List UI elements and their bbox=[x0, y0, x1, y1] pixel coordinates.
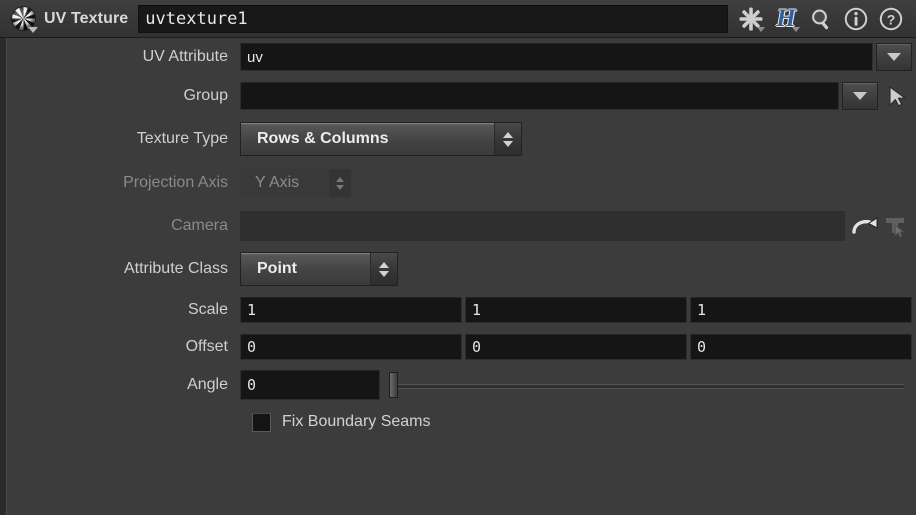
camera-label: Camera bbox=[171, 217, 228, 234]
projection-axis-value: Y Axis bbox=[255, 174, 300, 191]
updown-arrows-icon bbox=[370, 253, 397, 285]
scale-y-value: 1 bbox=[472, 300, 482, 319]
angle-label: Angle bbox=[187, 376, 228, 393]
scale-z-value: 1 bbox=[697, 300, 707, 319]
row-angle: Angle 0 bbox=[7, 365, 916, 405]
offset-label: Offset bbox=[185, 337, 228, 355]
updown-arrows-icon bbox=[494, 123, 521, 155]
gear-caret-icon bbox=[757, 26, 765, 32]
row-texture-type: Texture Type Rows & Columns bbox=[7, 117, 916, 161]
houdini-h-icon[interactable]: H bbox=[773, 5, 800, 32]
updown-arrows-icon bbox=[329, 169, 351, 197]
chevron-down-icon bbox=[887, 53, 901, 61]
offset-vector-input: 0 0 0 bbox=[240, 333, 912, 360]
group-label: Group bbox=[183, 87, 228, 104]
houdini-h-caret-icon bbox=[792, 26, 800, 32]
fix-boundary-seams-checkbox[interactable] bbox=[252, 412, 271, 432]
texture-type-label: Texture Type bbox=[136, 130, 228, 147]
offset-y-input[interactable]: 0 bbox=[465, 333, 687, 360]
node-name-input[interactable]: uvtexture1 bbox=[138, 4, 728, 33]
svg-text:?: ? bbox=[887, 11, 896, 27]
row-uv-attribute: UV Attribute uv bbox=[7, 39, 916, 75]
attribute-class-label: Attribute Class bbox=[123, 260, 228, 277]
uv-attribute-label: UV Attribute bbox=[142, 48, 228, 65]
uv-texture-parameter-panel: UV Texture uvtexture1 H ? UV Attribute u… bbox=[0, 0, 916, 515]
row-projection-axis: Projection Axis Y Axis bbox=[7, 161, 916, 205]
checkered-sphere-icon[interactable] bbox=[12, 6, 38, 33]
camera-pick-button bbox=[880, 212, 910, 240]
uv-attribute-value: uv bbox=[247, 48, 263, 66]
scale-label: Scale bbox=[187, 300, 228, 318]
uv-attribute-dropdown-button[interactable] bbox=[876, 43, 912, 71]
fix-boundary-seams-label: Fix Boundary Seams bbox=[282, 413, 431, 430]
node-titlebar: UV Texture uvtexture1 H ? bbox=[0, 0, 916, 38]
attribute-class-dropdown[interactable]: Point bbox=[240, 252, 398, 286]
row-camera: Camera bbox=[7, 205, 916, 247]
scale-y-input[interactable]: 1 bbox=[465, 296, 687, 323]
offset-z-value: 0 bbox=[697, 337, 707, 356]
group-dropdown-button[interactable] bbox=[842, 82, 878, 110]
panel-left-edge-strip bbox=[0, 38, 7, 515]
camera-reload-button[interactable] bbox=[850, 212, 880, 240]
angle-input[interactable]: 0 bbox=[240, 370, 380, 400]
uv-attribute-input[interactable]: uv bbox=[240, 43, 873, 71]
row-attribute-class: Attribute Class Point bbox=[7, 247, 916, 291]
texture-type-value: Rows & Columns bbox=[257, 130, 389, 147]
attribute-class-value: Point bbox=[257, 260, 297, 277]
search-icon[interactable] bbox=[808, 6, 834, 32]
group-input[interactable] bbox=[240, 82, 839, 110]
offset-x-input[interactable]: 0 bbox=[240, 333, 462, 360]
arrow-pointer-icon bbox=[889, 86, 906, 107]
page-title: UV Texture bbox=[44, 9, 129, 27]
row-offset: Offset 0 0 0 bbox=[7, 328, 916, 365]
row-scale: Scale 1 1 1 bbox=[7, 291, 916, 328]
angle-slider-track bbox=[393, 384, 904, 389]
offset-z-input[interactable]: 0 bbox=[690, 333, 912, 360]
projection-axis-dropdown: Y Axis bbox=[240, 168, 352, 198]
help-icon[interactable]: ? bbox=[878, 6, 904, 32]
angle-value: 0 bbox=[247, 376, 257, 394]
row-fix-boundary-seams: Fix Boundary Seams bbox=[7, 405, 916, 439]
node-name-value: uvtexture1 bbox=[145, 8, 248, 29]
camera-pick-icon bbox=[886, 218, 906, 238]
node-icon-caret bbox=[28, 26, 38, 33]
scale-x-value: 1 bbox=[247, 300, 257, 319]
curved-arrow-icon bbox=[852, 217, 878, 234]
gear-icon[interactable] bbox=[738, 6, 765, 32]
offset-x-value: 0 bbox=[247, 337, 257, 356]
group-picker-button[interactable] bbox=[882, 82, 912, 110]
camera-input[interactable] bbox=[240, 211, 845, 241]
info-icon[interactable] bbox=[843, 6, 869, 32]
titlebar-icon-group: H ? bbox=[728, 5, 916, 32]
projection-axis-label: Projection Axis bbox=[123, 174, 228, 191]
angle-slider-handle[interactable] bbox=[389, 372, 398, 398]
parameter-list: UV Attribute uv Group Texture Type Rows … bbox=[7, 39, 916, 439]
scale-vector-input: 1 1 1 bbox=[240, 296, 912, 323]
scale-x-input[interactable]: 1 bbox=[240, 296, 462, 323]
row-group: Group bbox=[7, 75, 916, 117]
chevron-down-icon bbox=[853, 92, 867, 100]
texture-type-dropdown[interactable]: Rows & Columns bbox=[240, 122, 522, 156]
angle-slider[interactable] bbox=[383, 370, 910, 400]
offset-y-value: 0 bbox=[472, 337, 482, 356]
scale-z-input[interactable]: 1 bbox=[690, 296, 912, 323]
